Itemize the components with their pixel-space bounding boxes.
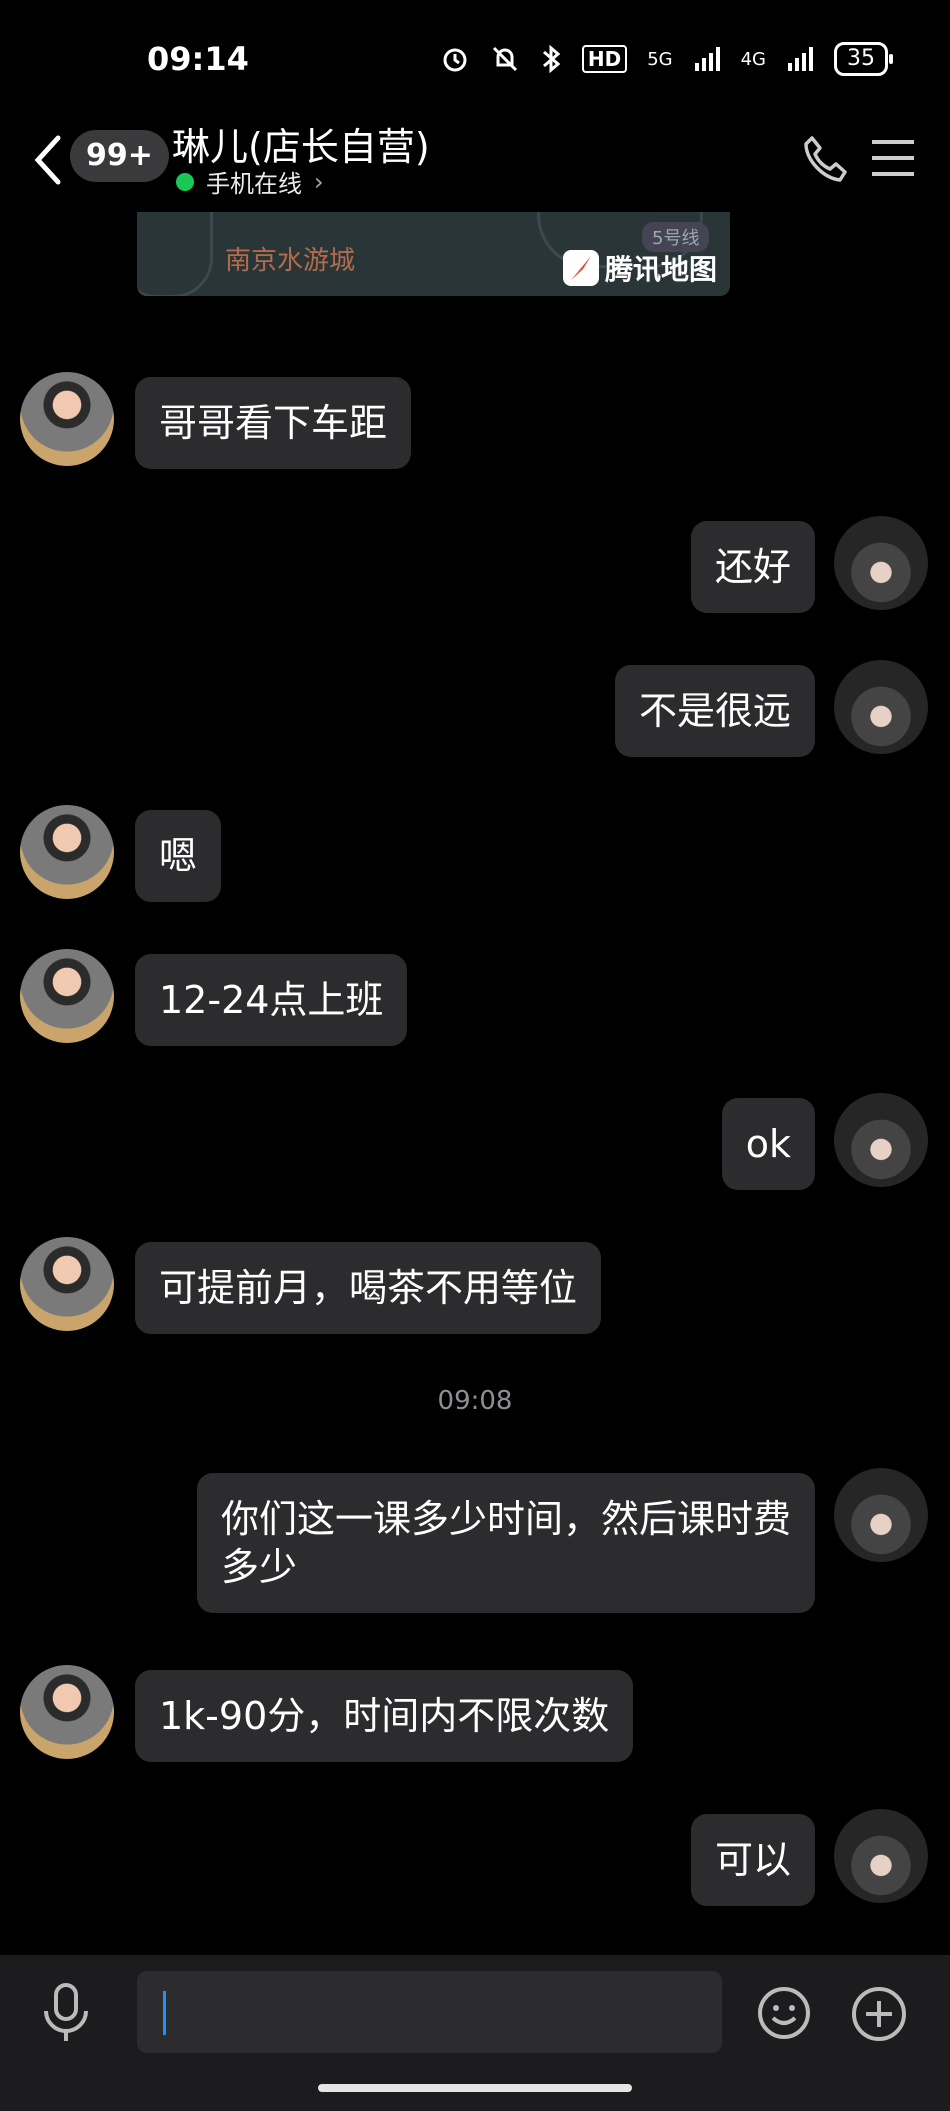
chat-header: 99+ 琳儿(店长自营) 手机在线 › xyxy=(0,112,950,212)
chevron-right-icon: › xyxy=(314,167,324,196)
online-status[interactable]: 手机在线 › xyxy=(176,164,324,199)
avatar[interactable] xyxy=(20,1237,114,1331)
online-dot xyxy=(176,172,194,191)
hd-indicator: HD xyxy=(581,45,628,73)
avatar[interactable] xyxy=(834,516,928,610)
contact-name[interactable]: 琳儿(店长自营) xyxy=(172,116,430,171)
alarm-icon xyxy=(443,48,467,72)
network-4g-label: 4G xyxy=(740,48,766,70)
map-road xyxy=(137,212,213,296)
mute-bell-icon xyxy=(492,46,517,72)
status-bar: 09:14 HD 5G 4G 35 xyxy=(0,0,950,120)
message-bubble[interactable]: 哥哥看下车距 xyxy=(135,377,412,469)
message-bubble[interactable]: 你们这一课多少时间，然后课时费 多少 xyxy=(196,1473,815,1613)
location-map-card[interactable]: 南京水游城 5号线 腾讯地图 xyxy=(137,212,730,296)
message-bubble[interactable]: 1k-90分，时间内不限次数 xyxy=(135,1670,634,1762)
map-brand: 腾讯地图 xyxy=(563,248,717,288)
message-input[interactable] xyxy=(137,1971,722,2053)
map-place-label: 南京水游城 xyxy=(225,246,356,276)
message-bubble[interactable]: 还好 xyxy=(690,521,815,613)
map-brand-label: 腾讯地图 xyxy=(605,253,718,286)
message-bubble[interactable]: 可以 xyxy=(690,1814,815,1906)
plus-icon[interactable] xyxy=(850,1985,908,2043)
menu-icon[interactable] xyxy=(872,136,914,180)
avatar[interactable] xyxy=(20,949,114,1043)
avatar[interactable] xyxy=(834,1468,928,1562)
home-indicator[interactable] xyxy=(318,2084,632,2092)
avatar[interactable] xyxy=(834,1809,928,1903)
message-bubble[interactable]: ok xyxy=(721,1098,815,1190)
signal-icon xyxy=(694,47,720,71)
microphone-icon[interactable] xyxy=(36,1979,96,2047)
message-bubble[interactable]: 可提前月，喝茶不用等位 xyxy=(135,1242,602,1334)
message-timestamp: 09:08 xyxy=(437,1386,513,1416)
avatar[interactable] xyxy=(20,1665,114,1759)
message-bubble[interactable]: 12-24点上班 xyxy=(135,954,408,1046)
back-arrow-icon[interactable] xyxy=(28,130,68,190)
message-bubble[interactable]: 不是很远 xyxy=(614,665,815,757)
online-status-label: 手机在线 xyxy=(206,170,302,198)
message-bubble[interactable]: 嗯 xyxy=(135,810,222,902)
battery-indicator: 35 xyxy=(834,42,893,76)
avatar[interactable] xyxy=(834,1093,928,1187)
signal-icon xyxy=(788,47,813,71)
avatar[interactable] xyxy=(20,372,114,466)
status-icons: HD 5G 4G 35 xyxy=(440,42,893,76)
network-5g-label: 5G xyxy=(647,48,673,70)
phone-icon[interactable] xyxy=(800,132,850,188)
tencent-map-logo-icon xyxy=(563,250,599,286)
bluetooth-icon xyxy=(542,44,561,74)
status-time: 09:14 xyxy=(147,40,249,78)
avatar[interactable] xyxy=(20,805,114,899)
emoji-icon[interactable] xyxy=(756,1985,812,2041)
unread-badge[interactable]: 99+ xyxy=(70,130,169,182)
text-cursor xyxy=(163,1991,166,2035)
avatar[interactable] xyxy=(834,660,928,754)
